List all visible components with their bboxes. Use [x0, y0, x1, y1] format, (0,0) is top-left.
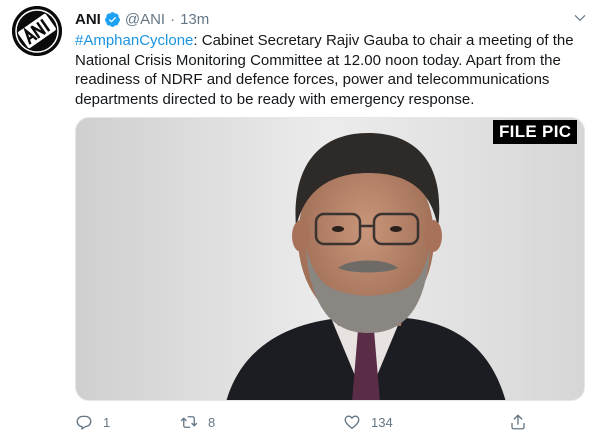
author-name[interactable]: ANI — [75, 11, 101, 28]
share-button[interactable] — [509, 410, 527, 434]
tweet-photo[interactable]: FILE PIC — [75, 117, 585, 401]
like-count: 134 — [371, 414, 393, 430]
separator-dot: · — [170, 10, 176, 28]
tweet-actions: 1 8 134 — [75, 410, 595, 434]
reply-icon — [76, 415, 92, 430]
hashtag-link[interactable]: #AmphanCyclone — [75, 32, 193, 49]
share-icon — [511, 414, 525, 430]
heart-icon — [344, 415, 360, 430]
author-handle[interactable]: @ANI — [125, 11, 165, 28]
author-avatar[interactable] — [12, 6, 62, 56]
file-pic-label: FILE PIC — [493, 120, 578, 144]
retweet-count: 8 — [208, 414, 216, 430]
tweet-text: #AmphanCyclone: Cabinet Secretary Rajiv … — [75, 31, 595, 109]
retweet-button[interactable]: 8 — [180, 410, 215, 434]
tweet-timestamp[interactable]: 13m — [180, 11, 209, 28]
chevron-down-icon[interactable] — [573, 11, 587, 25]
tweet-card[interactable]: ANI @ANI · 13m #AmphanCyclone: Cabinet S… — [0, 0, 605, 439]
reply-button[interactable]: 1 — [75, 410, 110, 434]
verified-badge-icon — [104, 11, 120, 27]
reply-count: 1 — [103, 414, 111, 430]
like-button[interactable]: 134 — [343, 410, 393, 434]
portrait-photo — [76, 118, 584, 400]
retweet-icon — [180, 416, 198, 428]
ani-logo-icon — [12, 6, 62, 56]
tweet-header: ANI @ANI · 13m — [75, 9, 209, 29]
